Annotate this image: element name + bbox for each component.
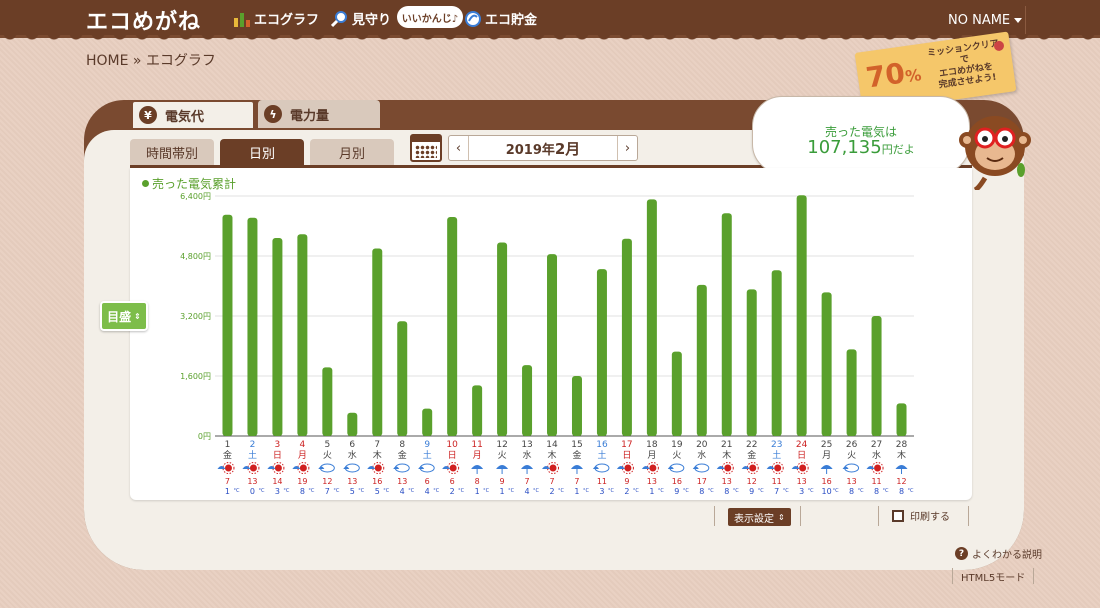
separator [878,506,879,526]
user-menu[interactable]: NO NAME [946,6,1026,34]
help-link[interactable]: ? よくわかる説明 [955,546,1042,561]
magnifier-icon [331,10,347,27]
top-navigation-bar: エコめがね エコグラフ 見守り いいかんじ♪ エコ貯金 NO NAME [0,0,1100,41]
user-name-label: NO NAME [948,12,1011,28]
chart-title: 売った電気累計 [152,177,237,191]
scale-toggle-label: 目盛 [107,309,132,324]
print-label: 印刷する [910,512,950,523]
chart-legend: 売った電気累計 [142,175,236,192]
current-month-label: 2019年2月 [469,138,617,159]
html5-mode-link[interactable]: HTML5モード [952,568,1035,584]
bar-graph-icon [234,12,250,27]
mission-percent: 70% [864,54,923,94]
sold-electricity-bubble: 売った電気は 107,135円だよ [752,96,970,174]
chart-card [130,168,972,500]
app-logo[interactable]: エコめがね [86,4,201,36]
nav-watch[interactable]: 見守り [331,9,391,28]
calendar-icon[interactable] [410,134,442,162]
sort-arrows-icon: ⇕ [134,311,141,321]
prev-month-button[interactable]: ‹ [449,136,469,160]
nav-label: エコ貯金 [485,13,538,28]
tab-by-month[interactable]: 月別 [310,139,394,165]
tab-by-day[interactable]: 日別 [220,139,304,165]
month-selector: ‹ 2019年2月 › [448,135,638,161]
breadcrumb[interactable]: HOME » エコグラフ [86,50,216,70]
display-settings-label: 表示設定 [734,513,774,525]
bubble-value: 107,135円だよ [753,137,969,158]
separator [968,506,969,526]
status-badge: いいかんじ♪ [397,6,463,28]
bubble-unit: 円だよ [881,143,915,156]
chevron-down-icon [1014,17,1023,23]
nav-eco-savings[interactable]: エコ貯金 [464,9,537,28]
scale-toggle-button[interactable]: 目盛 ⇕ [100,301,148,331]
current-year: 2019年 [505,142,555,158]
display-settings-button[interactable]: 表示設定 ⇕ [728,508,791,526]
separator [714,506,715,526]
print-button[interactable]: 印刷する [892,508,950,523]
next-month-button[interactable]: › [617,136,637,160]
lightning-icon: ϟ [264,105,282,123]
nav-eco-graph[interactable]: エコグラフ [233,9,319,28]
mission-percent-unit: % [904,65,923,87]
tab-power-amount[interactable]: ϟ 電力量 [258,100,380,128]
mission-percent-value: 70 [863,56,908,95]
nav-label: 見守り [352,13,392,28]
help-label: よくわかる説明 [972,550,1042,561]
current-month: 2月 [554,139,581,158]
tab-label: 電力量 [290,108,330,124]
question-icon: ? [955,547,968,560]
nav-label: エコグラフ [254,13,320,28]
tab-by-time[interactable]: 時間帯別 [130,139,214,165]
tab-electricity-cost[interactable]: ¥ 電気代 [131,100,255,128]
tab-label: 電気代 [165,109,205,125]
bubble-amount: 107,135 [807,137,882,158]
printer-icon [892,509,904,522]
yen-icon: ¥ [139,106,157,124]
sort-arrows-icon: ⇕ [778,512,785,522]
legend-dot [142,180,149,187]
coin-icon [465,10,481,27]
separator [800,506,801,526]
